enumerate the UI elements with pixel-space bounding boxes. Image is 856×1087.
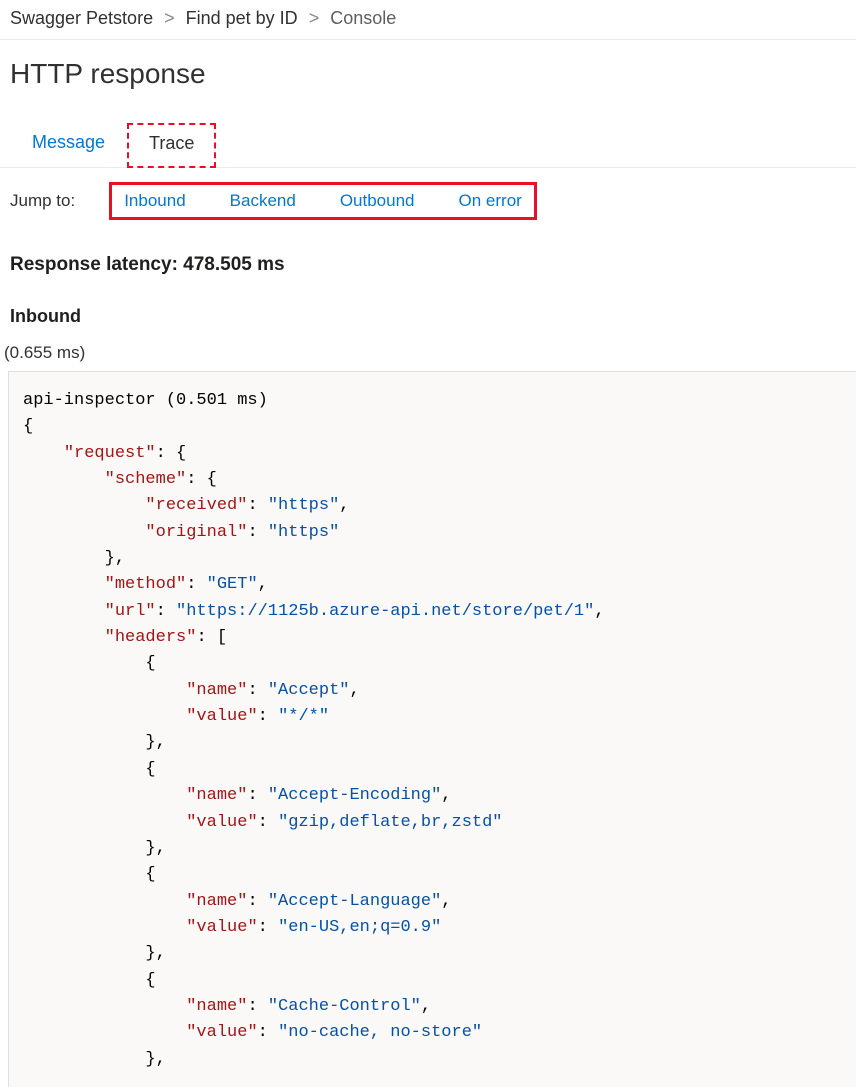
- jump-link-on-error[interactable]: On error: [457, 187, 524, 215]
- jump-to-label: Jump to:: [10, 191, 75, 211]
- tabs: Message Trace: [0, 96, 856, 168]
- section-inbound-heading: Inbound: [0, 282, 856, 331]
- breadcrumb-item[interactable]: Find pet by ID: [186, 8, 298, 28]
- breadcrumb-item-current: Console: [330, 8, 396, 28]
- response-latency: Response latency: 478.505 ms: [0, 230, 856, 282]
- breadcrumb-item[interactable]: Swagger Petstore: [10, 8, 153, 28]
- latency-label: Response latency:: [10, 254, 183, 275]
- section-inbound-duration: (0.655 ms): [0, 331, 856, 371]
- tab-trace[interactable]: Trace: [127, 123, 216, 168]
- jump-link-inbound[interactable]: Inbound: [122, 187, 187, 215]
- trace-json-block: api-inspector (0.501 ms) { "request": { …: [8, 371, 856, 1087]
- chevron-right-icon: >: [164, 8, 175, 28]
- page-title: HTTP response: [0, 40, 856, 96]
- jump-to-row: Jump to: Inbound Backend Outbound On err…: [0, 168, 856, 230]
- chevron-right-icon: >: [309, 8, 320, 28]
- tab-message[interactable]: Message: [10, 122, 127, 167]
- jump-to-links: Inbound Backend Outbound On error: [109, 182, 537, 220]
- breadcrumb: Swagger Petstore > Find pet by ID > Cons…: [0, 0, 856, 40]
- jump-link-backend[interactable]: Backend: [228, 187, 298, 215]
- latency-value: 478.505 ms: [183, 254, 284, 275]
- jump-link-outbound[interactable]: Outbound: [338, 187, 417, 215]
